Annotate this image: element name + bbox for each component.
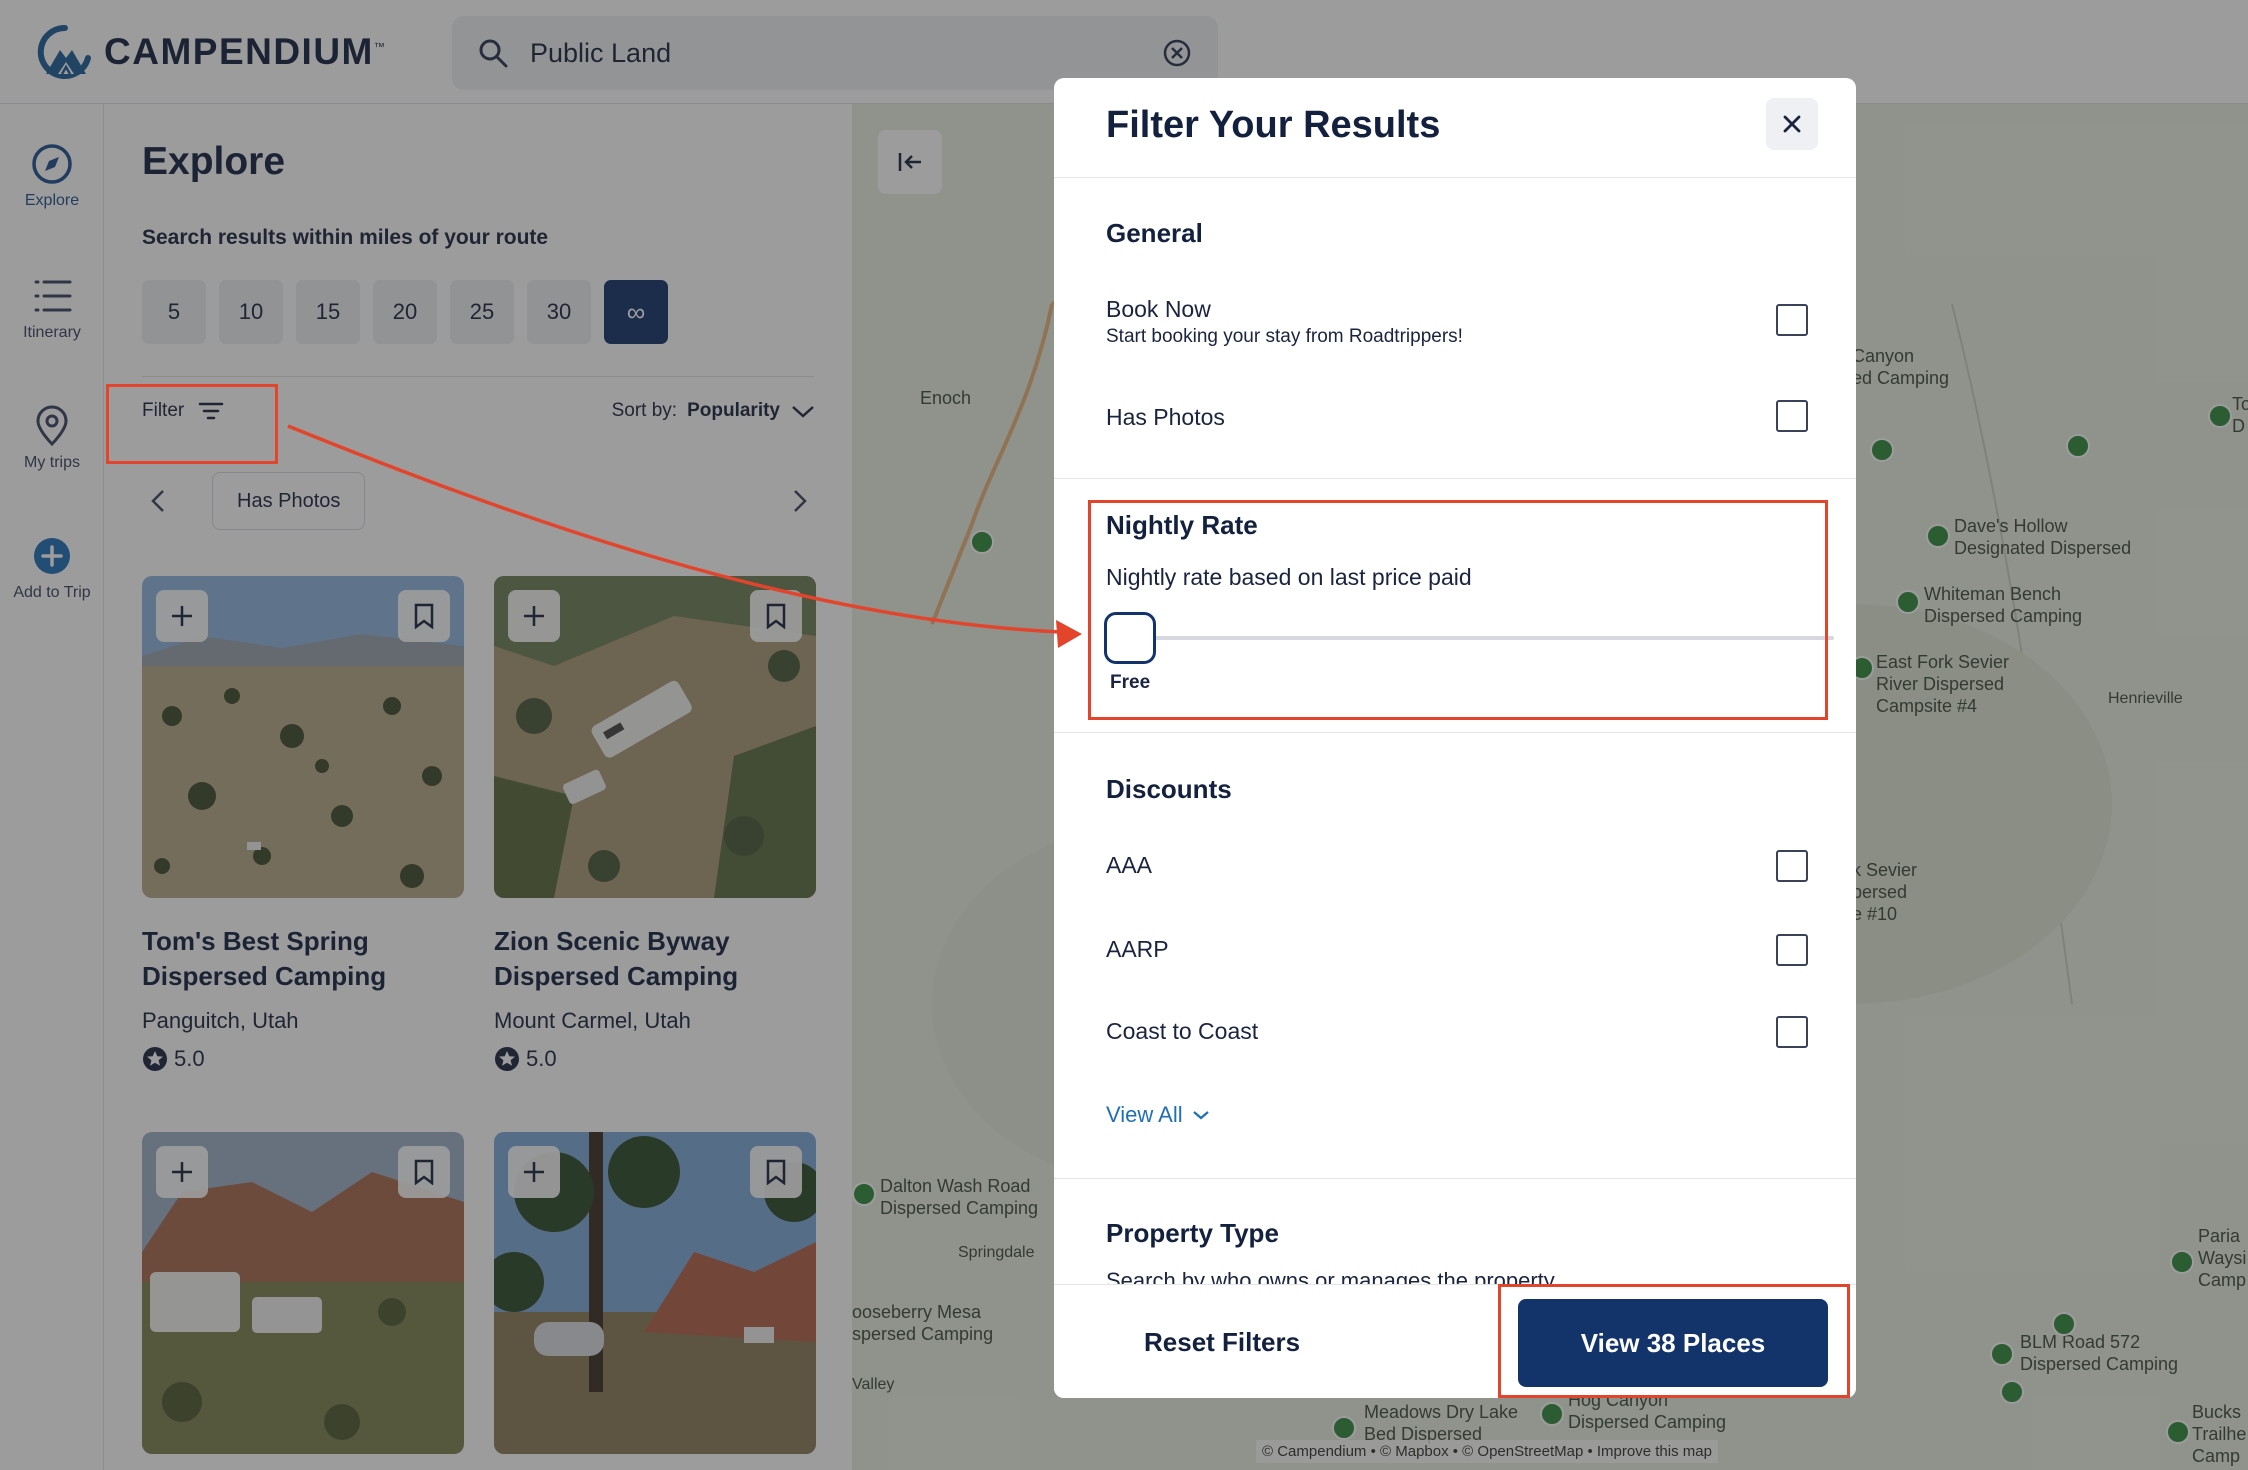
app-window: CAMPENDIUM™ Public Land Explore Itinerar… — [0, 0, 2248, 1470]
annotation-arrow — [287, 424, 1082, 648]
